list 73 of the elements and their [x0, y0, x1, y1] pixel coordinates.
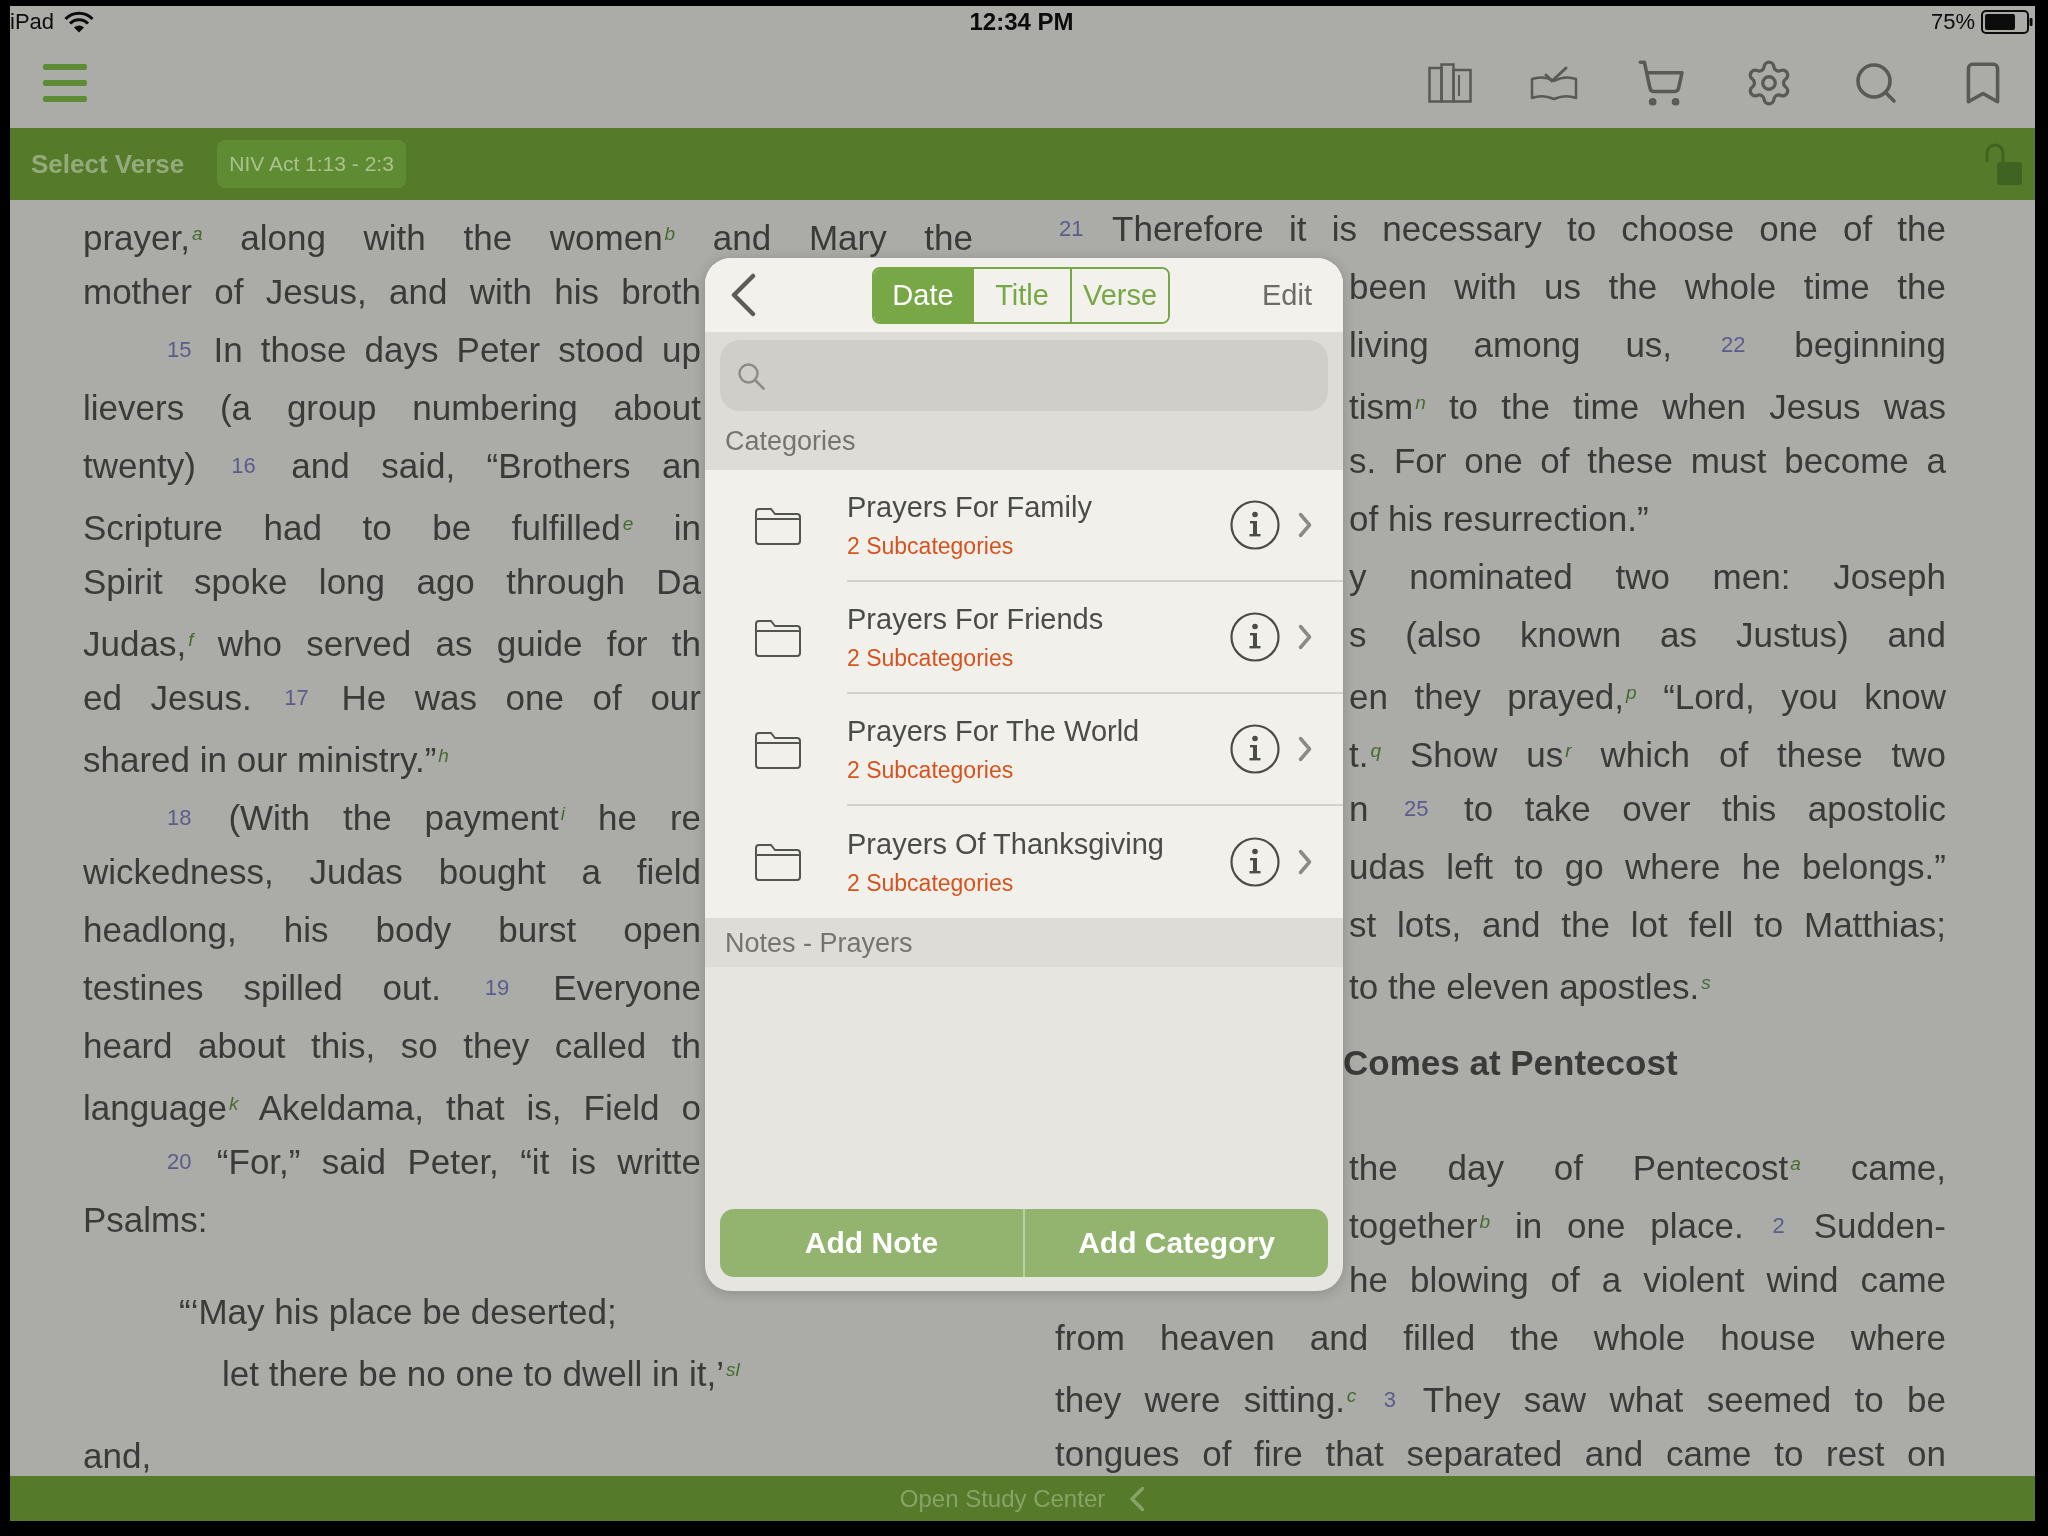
- category-title: Prayers For Family: [847, 490, 1092, 524]
- clock-time: 12:34 PM: [969, 8, 1074, 36]
- folder-icon: [754, 730, 802, 770]
- subcategory-count: 2 Subcategories: [847, 869, 1014, 897]
- scripture-line: from heaven and filled the whole house where: [1055, 1318, 1946, 1358]
- category-row[interactable]: Prayers For Friends 2 Subcategories: [705, 582, 1343, 694]
- edit-button[interactable]: Edit: [1262, 278, 1312, 312]
- scripture-line: s. For one of these must become a: [1349, 441, 1946, 481]
- sort-tab[interactable]: Date: [874, 268, 972, 322]
- scripture-line: been with us the whole time the: [1349, 267, 1946, 307]
- info-icon[interactable]: [1230, 837, 1280, 887]
- scripture-line: headlong, his body burst open: [83, 910, 701, 950]
- scripture-line: of his resurrection.”: [1349, 499, 1650, 539]
- info-icon[interactable]: [1230, 500, 1280, 550]
- section-label: Notes - Prayers: [725, 926, 913, 959]
- select-verse-button[interactable]: Select Verse: [31, 148, 185, 180]
- folder-icon: [754, 842, 802, 882]
- subcategory-count: 2 Subcategories: [847, 756, 1014, 784]
- category-row[interactable]: Prayers For The World 2 Subcategories: [705, 694, 1343, 806]
- device-name: iPad: [10, 9, 55, 35]
- info-icon[interactable]: [1230, 612, 1280, 662]
- section-label: Categories: [725, 424, 856, 457]
- scripture-line: s (also known as Justus) and: [1349, 615, 1946, 655]
- chevron-right-icon: [1298, 736, 1312, 762]
- scripture-line: tongues of fire that separated and came to rest on: [1055, 1434, 1946, 1474]
- action-button[interactable]: Add Note: [720, 1209, 1023, 1277]
- books-icon[interactable]: [1428, 63, 1472, 103]
- scripture-line: mother of Jesus, and with his broth: [83, 272, 701, 312]
- scripture-line: let there be no one to dwell in it,’$^{sl}$: [221, 1353, 741, 1390]
- scripture-line: t.$^{q}$ Show us$^{r}$ which of these two: [1349, 734, 1946, 771]
- section-heading: Comes at Pentecost: [1343, 1043, 1679, 1083]
- search-field[interactable]: [720, 340, 1328, 411]
- category-title: Prayers For The World: [847, 714, 1140, 748]
- chevron-right-icon: [1298, 849, 1312, 875]
- chevron-right-icon: [1298, 512, 1312, 538]
- chevron-left-icon[interactable]: [730, 273, 756, 317]
- scripture-line: Psalms:: [83, 1200, 209, 1240]
- folder-icon: [754, 506, 802, 546]
- scripture-line: y nominated two men: Joseph: [1349, 557, 1946, 597]
- cart-icon[interactable]: [1636, 58, 1686, 108]
- category-title: Prayers For Friends: [847, 602, 1104, 636]
- scripture-line: wickedness, Judas bought a field: [83, 852, 701, 892]
- category-title: Prayers Of Thanksgiving: [847, 827, 1164, 861]
- battery-percent: 75%: [1930, 9, 1975, 35]
- action-button[interactable]: Add Category: [1023, 1209, 1328, 1277]
- menu-icon[interactable]: [43, 64, 87, 102]
- scripture-line: heard about this, so they called th: [83, 1026, 701, 1066]
- category-row[interactable]: Prayers Of Thanksgiving 2 Subcategories: [705, 806, 1343, 918]
- battery-icon: [1981, 10, 2033, 34]
- scripture-line: $^{20}$ “For,” said Peter, “it is writte: [166, 1142, 701, 1182]
- scripture-line: “‘May his place be deserted;: [178, 1292, 618, 1332]
- study-center-link[interactable]: Open Study Center: [899, 1484, 1106, 1513]
- chevron-right-icon: [1298, 624, 1312, 650]
- search-icon: [737, 361, 765, 390]
- scripture-line: st lots, and the lot fell to Matthias;: [1349, 905, 1946, 945]
- scripture-line: lievers (a group numbering about: [83, 388, 701, 428]
- info-icon[interactable]: [1230, 724, 1280, 774]
- subcategory-count: 2 Subcategories: [847, 532, 1014, 560]
- scripture-line: tism$^{n}$ to the time when Jesus was: [1349, 386, 1946, 423]
- scripture-line: udas left to go where he belongs.”: [1349, 847, 1946, 887]
- scripture-line: $^{21}$ Therefore it is necessary to choose one of the: [1058, 209, 1946, 249]
- sort-tab[interactable]: Verse: [1070, 268, 1168, 322]
- scripture-line: and,: [83, 1436, 153, 1476]
- passage-reference-button[interactable]: NIV Act 1:13 - 2:3: [217, 140, 406, 188]
- scripture-line: Spirit spoke long ago through Da: [83, 562, 701, 602]
- scripture-line: ed Jesus. $^{17}$ He was one of our: [83, 678, 701, 718]
- category-row[interactable]: Prayers For Family 2 Subcategories: [705, 470, 1343, 582]
- book-check-icon[interactable]: [1530, 65, 1578, 101]
- subcategory-count: 2 Subcategories: [847, 644, 1014, 672]
- wifi-icon: [64, 11, 95, 33]
- scripture-line: he blowing of a violent wind came: [1349, 1260, 1946, 1300]
- scripture-line: $^{15}$ In those days Peter stood up: [166, 330, 701, 370]
- folder-icon: [754, 618, 802, 658]
